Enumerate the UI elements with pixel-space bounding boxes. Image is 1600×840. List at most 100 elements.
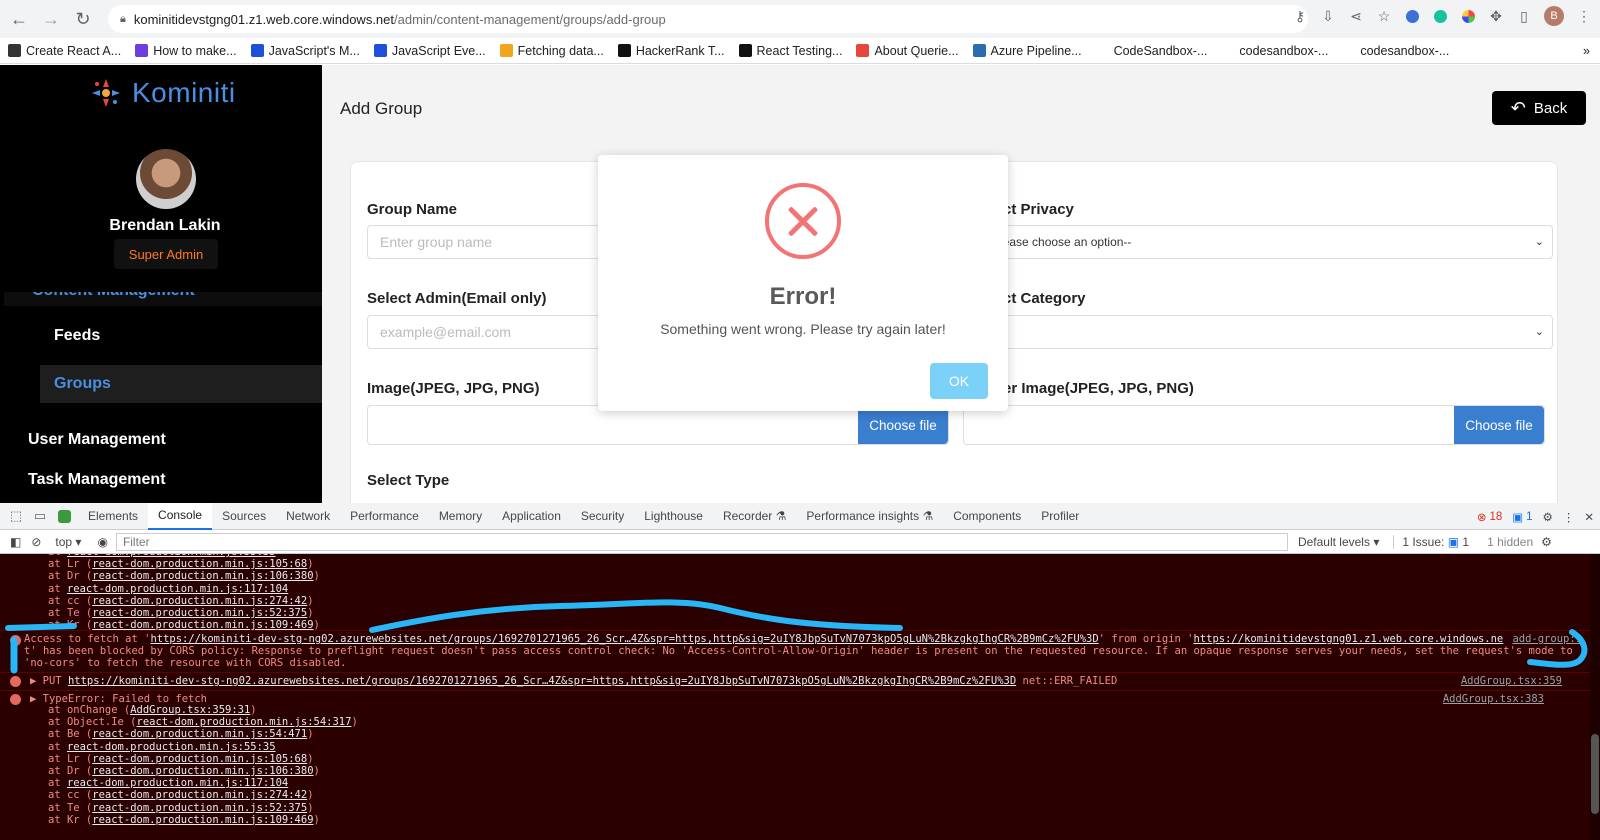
extension-shield-icon[interactable] (56, 508, 72, 524)
extension-grammarly-icon[interactable] (1432, 8, 1448, 24)
message-icon: ▣ (1512, 511, 1524, 524)
ok-button[interactable]: OK (930, 363, 988, 399)
devtools-tab[interactable]: Memory (429, 503, 492, 530)
request-url-link[interactable]: https://kominiti-dev-stg-ng02.azurewebsi… (150, 633, 1098, 645)
devtools-tab[interactable]: Performance insights ⚗ (796, 503, 943, 530)
console-output: at react-dom.production.min.js:55:35at L… (0, 554, 1590, 840)
frame-source-link[interactable]: react-dom.production.min.js:52:375 (92, 802, 307, 814)
lock-icon: 🔒︎ (120, 12, 126, 25)
close-icon[interactable]: ✕ (1584, 510, 1594, 524)
devtools-tab[interactable]: Lighthouse (634, 503, 713, 530)
eye-icon[interactable]: ◉ (97, 535, 107, 549)
frame-source-link[interactable]: react-dom.production.min.js:117:104 (67, 777, 288, 789)
bookmark-item[interactable]: React Testing... (738, 44, 842, 58)
bookmark-item[interactable]: CodeSandbox-... (1095, 44, 1207, 58)
frame-source-link[interactable]: react-dom.production.min.js:55:35 (67, 741, 276, 753)
bookmark-item[interactable]: codesandbox-... (1342, 44, 1449, 58)
frame-source-link[interactable]: react-dom.production.min.js:274:42 (92, 789, 307, 801)
frame-source-link[interactable]: AddGroup.tsx:359:31 (130, 704, 250, 716)
console-filter-input[interactable]: Filter (115, 532, 1288, 551)
bookmark-label: How to make... (153, 43, 237, 58)
stack-frame: at cc (react-dom.production.min.js:274:4… (48, 789, 314, 801)
frame-source-link[interactable]: react-dom.production.min.js:54:471 (92, 728, 307, 740)
key-icon[interactable]: ⚷ (1292, 8, 1308, 24)
bookmark-item[interactable]: HackerRank T... (617, 44, 725, 58)
cors-error-line: t' has been blocked by CORS policy: Resp… (24, 645, 1573, 657)
issue-icon: ▣ (1447, 534, 1460, 549)
source-link[interactable]: add-group:1 (1512, 633, 1582, 645)
device-toolbar-icon[interactable]: ▭ (32, 508, 48, 524)
stack-frame: at react-dom.production.min.js:117:104 (48, 777, 288, 789)
devtools-tab[interactable]: Elements (78, 503, 148, 530)
devtools-tab[interactable]: Performance (340, 503, 429, 530)
request-url-link[interactable]: https://kominiti-dev-stg-ng02.azurewebsi… (68, 675, 1016, 687)
console-scrollbar[interactable] (1590, 554, 1600, 840)
bookmark-item[interactable]: Azure Pipeline... (972, 44, 1082, 58)
bookmark-item[interactable]: Create React A... (8, 44, 121, 58)
devtools-tab-list: Elements Console Sources Network Performance… (78, 502, 1089, 530)
devtools-tab[interactable]: Application (492, 503, 571, 530)
frame-source-link[interactable]: react-dom.production.min.js:52:375 (92, 607, 307, 619)
devtools-tab[interactable]: Sources (212, 503, 276, 530)
extension-color-icon[interactable] (1460, 8, 1476, 24)
bookmark-item[interactable]: JavaScript Eve... (373, 44, 486, 58)
source-link[interactable]: AddGroup.tsx:383 (1443, 693, 1544, 705)
origin-link[interactable]: https://kominitidevstgng01.z1.web.core.w… (1194, 633, 1504, 645)
share-icon[interactable]: ⋖ (1348, 8, 1364, 24)
extension-blue-icon[interactable] (1404, 8, 1420, 24)
bookmark-favicon-icon (373, 44, 387, 57)
devtools-tab[interactable]: Console (148, 502, 213, 530)
error-x-icon (10, 694, 21, 705)
issues-button[interactable]: 1 Issue: ▣ 1 (1393, 534, 1469, 549)
devtools-tab[interactable]: Profiler (1031, 503, 1089, 530)
menu-dots-icon[interactable]: ⋮ (1576, 8, 1592, 24)
frame-source-link[interactable]: react-dom.production.min.js:105:68 (92, 558, 307, 570)
reload-icon[interactable]: ↻ (70, 6, 96, 32)
star-icon[interactable]: ☆ (1376, 8, 1392, 24)
bookmark-label: Fetching data... (517, 43, 604, 58)
devtools-tab[interactable]: Recorder ⚗ (713, 503, 796, 530)
profile-avatar[interactable]: B (1544, 6, 1564, 26)
devtools-tabs: ⬚ ▭ Elements Console Sources Network Perform… (0, 502, 1600, 530)
context-select[interactable]: top ▾ (55, 535, 81, 549)
sidebar-toggle-icon[interactable]: ◧ (10, 535, 21, 549)
frame-source-link[interactable]: react-dom.production.min.js:106:380 (92, 765, 313, 777)
source-link[interactable]: AddGroup.tsx:359 (1461, 675, 1562, 687)
error-title: Error! (769, 283, 837, 310)
log-levels-select[interactable]: Default levels ▾ (1298, 535, 1379, 549)
frame-source-link[interactable]: react-dom.production.min.js:105:68 (92, 753, 307, 765)
frame-source-link[interactable]: react-dom.production.min.js:117:104 (67, 583, 288, 595)
frame-source-link[interactable]: react-dom.production.min.js:274:42 (92, 595, 307, 607)
devtools-tab[interactable]: Network (276, 503, 340, 530)
frame-source-link[interactable]: react-dom.production.min.js:109:469 (92, 814, 313, 826)
console-toolbar: ◧ ⊘ top ▾ ◉ Filter Default levels ▾ 1 Is… (0, 530, 1600, 554)
sidepanel-icon[interactable]: ▯ (1516, 8, 1532, 24)
bookmark-item[interactable]: JavaScript's M... (250, 44, 360, 58)
message-count-badge[interactable]: ▣ 1 (1512, 510, 1532, 524)
devtools-tab[interactable]: Components (943, 503, 1031, 530)
puzzle-icon[interactable]: ✥ (1488, 8, 1504, 24)
devtools-tab[interactable]: Security (571, 503, 634, 530)
clear-console-icon[interactable]: ⊘ (31, 535, 41, 549)
bookmark-item[interactable]: codesandbox-... (1221, 44, 1328, 58)
forward-arrow-icon[interactable]: → (38, 6, 64, 32)
inspect-icon[interactable]: ⬚ (8, 508, 24, 524)
frame-suffix: ) (307, 558, 314, 571)
more-bookmarks-icon[interactable]: » (1583, 44, 1590, 58)
console-settings-icon[interactable]: ⚙ (1541, 535, 1552, 549)
settings-gear-icon[interactable]: ⚙ (1543, 510, 1553, 524)
stack-frame: at Te (react-dom.production.min.js:52:37… (48, 607, 314, 619)
stack-frame: at Kr (react-dom.production.min.js:109:4… (48, 814, 320, 826)
bookmark-item[interactable]: About Querie... (856, 44, 959, 58)
install-icon[interactable]: ⇩ (1320, 8, 1336, 24)
more-dots-icon[interactable]: ⋮ (1563, 510, 1575, 524)
browser-actions: ⚷ ⇩ ⋖ ☆ ✥ ▯ B ⋮ (1292, 6, 1592, 26)
frame-source-link[interactable]: react-dom.production.min.js:54:317 (137, 716, 352, 728)
error-count-badge[interactable]: ⊗ 18 (1477, 510, 1502, 524)
bookmark-item[interactable]: Fetching data... (499, 43, 604, 58)
back-arrow-icon[interactable]: ← (6, 6, 32, 32)
bookmark-item[interactable]: How to make... (135, 43, 237, 58)
frame-source-link[interactable]: react-dom.production.min.js:106:380 (92, 570, 313, 582)
address-bar[interactable]: 🔒︎ kominitidevstgng01.z1.web.core.window… (108, 5, 1308, 33)
scrollbar-thumb[interactable] (1591, 734, 1599, 814)
